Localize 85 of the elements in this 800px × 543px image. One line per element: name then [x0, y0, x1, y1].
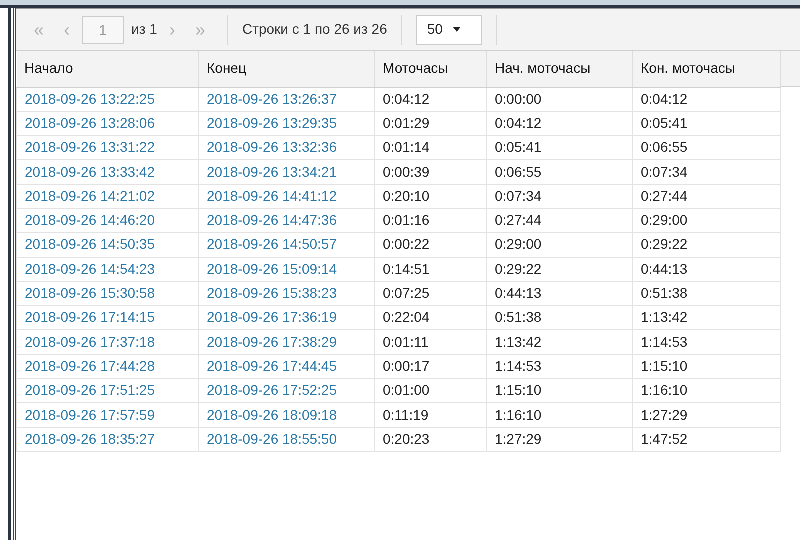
table-cell: 1:47:52 — [632, 427, 780, 452]
table-cell: 0:01:29 — [374, 111, 486, 136]
table-cell: 1:14:53 — [486, 354, 632, 379]
table-cell: 0:07:34 — [632, 160, 780, 184]
table-cell: 1:15:10 — [486, 378, 632, 403]
table-cell: 0:11:19 — [374, 402, 486, 428]
table-cell: 1:27:29 — [632, 402, 780, 428]
table-cell: 0:04:12 — [632, 87, 780, 112]
column-header[interactable]: Моточасы — [374, 51, 486, 87]
table-cell: 0:01:00 — [374, 378, 486, 403]
table-cell: 0:00:17 — [374, 354, 486, 379]
page-count-label: из 1 — [132, 20, 158, 39]
table-link[interactable]: 2018-09-26 17:51:25 — [16, 378, 198, 403]
table-cell: 0:29:22 — [632, 232, 780, 258]
page-size-dropdown[interactable]: 50 — [416, 14, 482, 44]
table-cell: 0:44:13 — [632, 257, 780, 282]
table-cell: 1:27:29 — [486, 427, 632, 452]
table-link[interactable]: 2018-09-26 14:46:20 — [16, 208, 198, 233]
table-link[interactable]: 2018-09-26 14:21:02 — [16, 184, 198, 208]
table-cell: 0:00:22 — [374, 232, 486, 258]
table-link[interactable]: 2018-09-26 17:52:25 — [198, 378, 374, 403]
table-link[interactable]: 2018-09-26 13:31:22 — [16, 136, 198, 160]
table-cell: 0:29:22 — [486, 257, 632, 282]
table-link[interactable]: 2018-09-26 14:41:12 — [198, 184, 374, 208]
table-cell: 0:04:12 — [486, 111, 632, 136]
table-link[interactable]: 2018-09-26 13:33:42 — [16, 160, 198, 184]
table-link[interactable]: 2018-09-26 13:34:21 — [198, 160, 374, 184]
caret-icon — [452, 27, 461, 32]
page-input[interactable]: 1 — [82, 16, 124, 44]
table-cell: 0:07:25 — [374, 281, 486, 306]
table-link[interactable]: 2018-09-26 13:26:37 — [198, 87, 374, 112]
table-cell: 0:20:10 — [374, 184, 486, 208]
table-cell: 0:05:41 — [486, 136, 632, 160]
table-link[interactable]: 2018-09-26 13:29:35 — [198, 111, 374, 136]
table-link[interactable]: 2018-09-26 15:38:23 — [198, 281, 374, 306]
table-cell: 0:01:11 — [374, 330, 486, 354]
table-cell: 0:05:41 — [632, 111, 780, 136]
table-link[interactable]: 2018-09-26 14:47:36 — [198, 208, 374, 233]
table-link[interactable]: 2018-09-26 15:09:14 — [198, 257, 374, 282]
table-cell: 1:13:42 — [486, 330, 632, 354]
table-cell: 0:29:00 — [632, 208, 780, 233]
table-cell: 0:27:44 — [486, 208, 632, 233]
table-cell: 0:44:13 — [486, 281, 632, 306]
table-cell: 0:01:16 — [374, 208, 486, 233]
table-link[interactable]: 2018-09-26 13:28:06 — [16, 111, 198, 136]
table-cell: 0:29:00 — [486, 232, 632, 258]
table-link[interactable]: 2018-09-26 14:50:35 — [16, 232, 198, 258]
table-cell: 0:20:23 — [374, 427, 486, 452]
table-link[interactable]: 2018-09-26 15:30:58 — [16, 281, 198, 306]
table-link[interactable]: 2018-09-26 17:44:45 — [198, 354, 374, 379]
table-cell: 0:51:38 — [486, 306, 632, 330]
table-cell: 0:00:00 — [486, 87, 632, 112]
table-cell: 0:04:12 — [374, 87, 486, 112]
table-link[interactable]: 2018-09-26 17:44:28 — [16, 354, 198, 379]
column-header[interactable]: Кон. моточасы — [632, 51, 780, 87]
table-cell: 1:13:42 — [632, 306, 780, 330]
table-cell: 1:16:10 — [632, 378, 780, 403]
table-link[interactable]: 2018-09-26 13:32:36 — [198, 136, 374, 160]
table-cell: 0:00:39 — [374, 160, 486, 184]
table-link[interactable]: 2018-09-26 18:35:27 — [16, 427, 198, 452]
table-link[interactable]: 2018-09-26 17:36:19 — [198, 306, 374, 330]
table-link[interactable]: 2018-09-26 17:38:29 — [198, 330, 374, 354]
table-cell: 1:14:53 — [632, 330, 780, 354]
table-link[interactable]: 2018-09-26 17:57:59 — [16, 402, 198, 428]
table-link[interactable]: 2018-09-26 14:54:23 — [16, 257, 198, 282]
table-cell: 0:51:38 — [632, 281, 780, 306]
table-cell: 1:16:10 — [486, 402, 632, 428]
table-cell: 1:15:10 — [632, 354, 780, 379]
table-link[interactable]: 2018-09-26 17:14:15 — [16, 306, 198, 330]
table-link[interactable]: 2018-09-26 18:55:50 — [198, 427, 374, 452]
table-link[interactable]: 2018-09-26 13:22:25 — [16, 87, 198, 112]
table-cell: 0:01:14 — [374, 136, 486, 160]
column-header[interactable]: Конец — [198, 51, 374, 87]
table-link[interactable]: 2018-09-26 17:37:18 — [16, 330, 198, 354]
table-cell: 0:06:55 — [632, 136, 780, 160]
column-header[interactable]: Нач. моточасы — [486, 51, 632, 87]
table-cell: 0:07:34 — [486, 184, 632, 208]
table-link[interactable]: 2018-09-26 14:50:57 — [198, 232, 374, 258]
table-cell: 0:22:04 — [374, 306, 486, 330]
table-cell: 0:14:51 — [374, 257, 486, 282]
column-header[interactable]: Начало — [16, 51, 198, 87]
rows-info-label: Строки с 1 по 26 из 26 — [242, 20, 388, 39]
table-cell: 0:06:55 — [486, 160, 632, 184]
table-link[interactable]: 2018-09-26 18:09:18 — [198, 402, 374, 428]
table-cell: 0:27:44 — [632, 184, 780, 208]
